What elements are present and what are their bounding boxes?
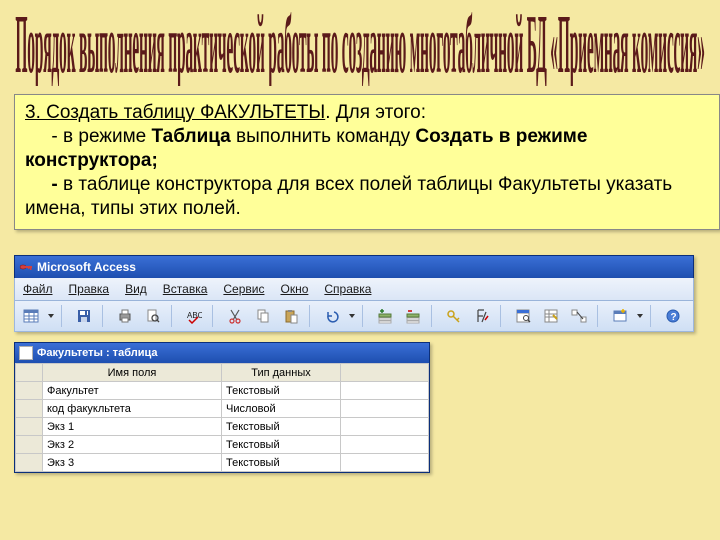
app-titlebar: Microsoft Access <box>14 255 694 278</box>
separator <box>650 305 655 327</box>
menu-help[interactable]: Справка <box>316 282 379 296</box>
paste-icon[interactable] <box>279 304 303 328</box>
header-row: Имя поля Тип данных <box>16 364 429 382</box>
subwindow-title: Факультеты : таблица <box>37 347 157 359</box>
help-icon[interactable]: ? <box>661 304 685 328</box>
view-table-icon[interactable] <box>19 304 43 328</box>
delete-rows-icon[interactable] <box>401 304 425 328</box>
instruction-step: 3. Создать таблицу ФАКУЛЬТЕТЫ <box>25 102 325 123</box>
separator <box>171 305 176 327</box>
table-row[interactable]: Экз 2Текстовый <box>16 436 429 454</box>
app-title: Microsoft Access <box>37 260 136 274</box>
separator <box>309 305 314 327</box>
menu-window[interactable]: Окно <box>272 282 316 296</box>
preview-icon[interactable] <box>141 304 165 328</box>
table-design-window: Факультеты : таблица Имя поля Тип данных… <box>14 342 430 473</box>
table-row[interactable]: Экз 3Текстовый <box>16 454 429 472</box>
col-data-type[interactable]: Тип данных <box>222 364 341 382</box>
new-object-dropdown-icon[interactable] <box>636 305 644 327</box>
separator <box>61 305 66 327</box>
col-field-name[interactable]: Имя поля <box>43 364 222 382</box>
svg-text:ABC: ABC <box>187 311 202 320</box>
instruction-box: 3. Создать таблицу ФАКУЛЬТЕТЫ. Для этого… <box>14 94 720 230</box>
menu-file[interactable]: Файл <box>15 282 61 296</box>
table-row[interactable]: Экз 1Текстовый <box>16 418 429 436</box>
table-row[interactable]: код факукльтетаЧисловой <box>16 400 429 418</box>
undo-icon[interactable] <box>320 304 344 328</box>
separator <box>597 305 602 327</box>
page-title-wrap: Порядок выполнения практической работы п… <box>0 8 720 86</box>
separator <box>212 305 217 327</box>
new-object-icon[interactable] <box>608 304 632 328</box>
separator <box>431 305 436 327</box>
table-row[interactable]: ФакультетТекстовый <box>16 382 429 400</box>
subwindow-titlebar[interactable]: Факультеты : таблица <box>15 343 429 363</box>
insert-rows-icon[interactable] <box>373 304 397 328</box>
relationships-icon[interactable] <box>567 304 591 328</box>
menubar: Файл Правка Вид Вставка Сервис Окно Спра… <box>14 278 694 301</box>
separator <box>362 305 367 327</box>
undo-dropdown-icon[interactable] <box>348 305 356 327</box>
page-title: Порядок выполнения практической работы п… <box>15 8 704 86</box>
builder-icon[interactable] <box>539 304 563 328</box>
access-window: Microsoft Access Файл Правка Вид Вставка… <box>14 255 694 473</box>
menu-view[interactable]: Вид <box>117 282 155 296</box>
cut-icon[interactable] <box>223 304 247 328</box>
menu-service[interactable]: Сервис <box>215 282 272 296</box>
access-key-icon <box>19 260 33 274</box>
toolbar: ABC ? <box>14 301 694 332</box>
separator <box>102 305 107 327</box>
col-rest <box>341 364 429 382</box>
design-grid[interactable]: Имя поля Тип данных ФакультетТекстовый к… <box>15 363 429 472</box>
svg-text:?: ? <box>671 312 677 323</box>
view-dropdown-icon[interactable] <box>47 305 55 327</box>
separator <box>500 305 505 327</box>
primary-key-icon[interactable] <box>442 304 466 328</box>
properties-icon[interactable] <box>511 304 535 328</box>
menu-edit[interactable]: Правка <box>61 282 118 296</box>
row-header-corner <box>16 364 43 382</box>
copy-icon[interactable] <box>251 304 275 328</box>
spelling-icon[interactable]: ABC <box>182 304 206 328</box>
menu-insert[interactable]: Вставка <box>155 282 216 296</box>
save-icon[interactable] <box>72 304 96 328</box>
table-icon <box>19 346 33 360</box>
print-icon[interactable] <box>113 304 137 328</box>
indexes-icon[interactable] <box>470 304 494 328</box>
